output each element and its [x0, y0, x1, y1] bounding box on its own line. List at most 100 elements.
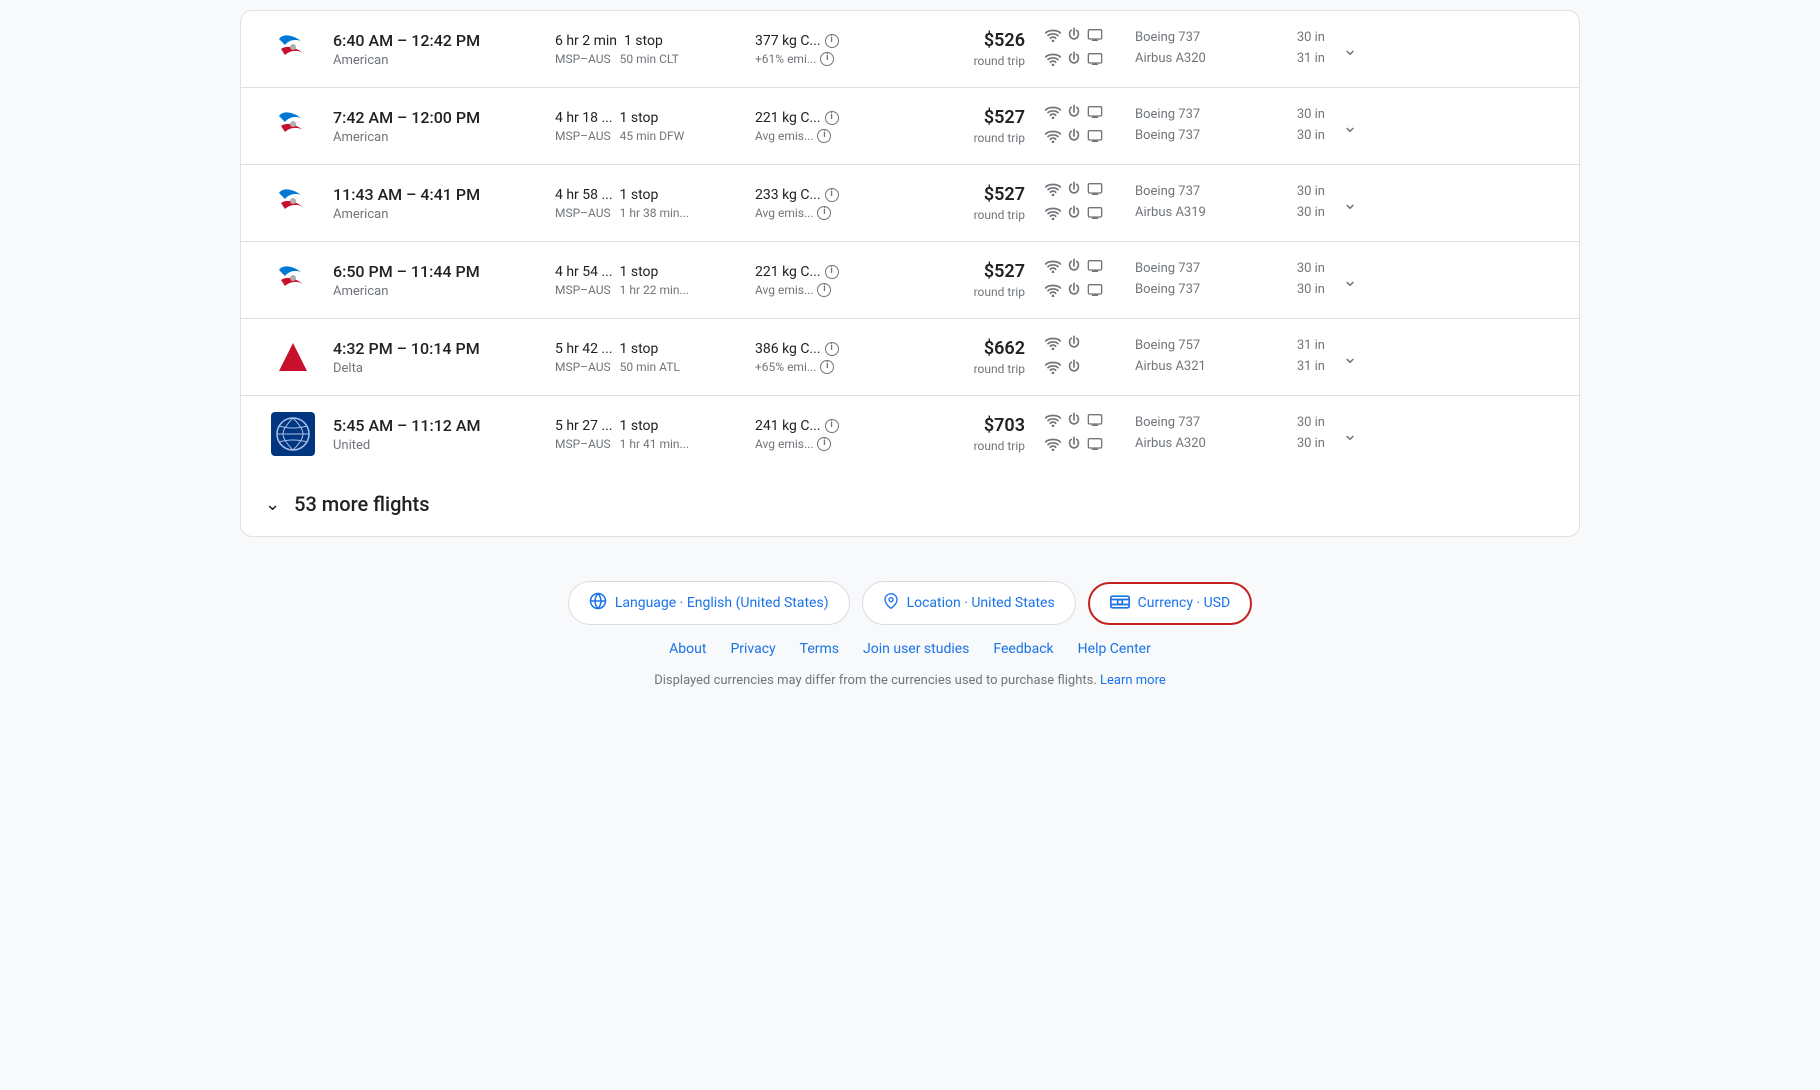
flight-row[interactable]: 7:42 AM – 12:00 PM American 4 hr 18 ... …: [241, 88, 1579, 165]
amenity-row-bottom: [1045, 282, 1125, 302]
flight-duration: 5 hr 42 ... 1 stop MSP–AUS 50 min ATL: [545, 341, 745, 374]
emissions-info-icon[interactable]: i: [825, 342, 839, 356]
amenity-row-top: [1045, 258, 1125, 278]
amenity-row-bottom: [1045, 128, 1125, 148]
airline-logo: [261, 335, 325, 379]
emissions-info-icon[interactable]: i: [825, 419, 839, 433]
emissions-label-info-icon[interactable]: i: [817, 283, 831, 297]
emissions-kg: 386 kg C... i: [755, 341, 905, 357]
duration-stops: 5 hr 27 ... 1 stop: [555, 418, 745, 434]
flight-row[interactable]: 6:50 PM – 11:44 PM American 4 hr 54 ... …: [241, 242, 1579, 319]
emissions-label-info-icon[interactable]: i: [817, 206, 831, 220]
emissions-kg: 221 kg C... i: [755, 264, 905, 280]
help-center-link[interactable]: Help Center: [1078, 641, 1151, 657]
airline-name: American: [333, 130, 545, 145]
route-detail: MSP–AUS 50 min CLT: [555, 52, 745, 66]
location-button[interactable]: Location · United States: [862, 581, 1076, 625]
flight-times: 6:50 PM – 11:44 PM American: [325, 262, 545, 299]
flight-row[interactable]: 4:32 PM – 10:14 PM Delta 5 hr 42 ... 1 s…: [241, 319, 1579, 396]
flight-price: $527 round trip: [905, 184, 1025, 222]
amenity-row-bottom: [1045, 359, 1125, 379]
legroom-bottom: 31 in: [1275, 49, 1325, 70]
price-value: $526: [915, 30, 1025, 51]
emissions-info-icon[interactable]: i: [825, 265, 839, 279]
expand-button[interactable]: ⌄: [1325, 193, 1365, 214]
language-button[interactable]: Language · English (United States): [568, 581, 850, 625]
emissions-info-icon[interactable]: i: [825, 34, 839, 48]
currency-button[interactable]: Currency · USD: [1088, 582, 1252, 625]
learn-more-link[interactable]: Learn more: [1100, 673, 1166, 688]
wifi-icon-top: [1045, 413, 1061, 431]
duration-stops: 4 hr 18 ... 1 stop: [555, 110, 745, 126]
emissions-label: Avg emis... i: [755, 129, 905, 143]
expand-button[interactable]: ⌄: [1325, 424, 1365, 445]
duration-stops: 4 hr 58 ... 1 stop: [555, 187, 745, 203]
legroom-top: 30 in: [1275, 259, 1325, 280]
flight-amenities: [1025, 258, 1125, 302]
power-icon-top: [1067, 27, 1081, 47]
flight-aircraft: Boeing 737 Boeing 737: [1125, 105, 1265, 147]
aircraft-top: Boeing 737: [1135, 259, 1265, 280]
flight-duration: 6 hr 2 min 1 stop MSP–AUS 50 min CLT: [545, 33, 745, 66]
main-container: 6:40 AM – 12:42 PM American 6 hr 2 min 1…: [240, 0, 1580, 561]
flight-aircraft: Boeing 737 Airbus A319: [1125, 182, 1265, 224]
flight-legroom: 30 in 31 in: [1265, 28, 1325, 70]
flight-aircraft: Boeing 737 Airbus A320: [1125, 413, 1265, 455]
flight-price: $703 round trip: [905, 415, 1025, 453]
airline-name: Delta: [333, 361, 545, 376]
screen-icon-top: [1087, 413, 1103, 431]
join-user-studies-link[interactable]: Join user studies: [863, 641, 969, 657]
flight-price: $526 round trip: [905, 30, 1025, 68]
trip-type: round trip: [915, 54, 1025, 68]
privacy-link[interactable]: Privacy: [730, 641, 775, 657]
terms-link[interactable]: Terms: [800, 641, 839, 657]
trip-type: round trip: [915, 439, 1025, 453]
screen-icon-bottom: [1087, 52, 1103, 70]
currency-label: Currency · USD: [1138, 595, 1230, 611]
price-value: $527: [915, 107, 1025, 128]
flight-row[interactable]: 5:45 AM – 11:12 AM United 5 hr 27 ... 1 …: [241, 396, 1579, 472]
expand-button[interactable]: ⌄: [1325, 116, 1365, 137]
wifi-icon-bottom: [1045, 437, 1061, 455]
price-value: $527: [915, 184, 1025, 205]
power-icon-bottom: [1067, 128, 1081, 148]
flight-emissions: 386 kg C... i +65% emi... i: [745, 341, 905, 374]
wifi-icon-top: [1045, 259, 1061, 277]
airline-logo: [261, 27, 325, 71]
emissions-label-info-icon[interactable]: i: [817, 129, 831, 143]
expand-button[interactable]: ⌄: [1325, 270, 1365, 291]
emissions-label-info-icon[interactable]: i: [820, 52, 834, 66]
footer-links: About Privacy Terms Join user studies Fe…: [669, 641, 1151, 657]
more-flights-row[interactable]: ⌄ 53 more flights: [241, 472, 1579, 536]
feedback-link[interactable]: Feedback: [993, 641, 1053, 657]
amenity-row-top: [1045, 181, 1125, 201]
expand-button[interactable]: ⌄: [1325, 39, 1365, 60]
flight-times: 11:43 AM – 4:41 PM American: [325, 185, 545, 222]
emissions-kg: 241 kg C... i: [755, 418, 905, 434]
amenity-row-bottom: [1045, 51, 1125, 71]
location-label: Location · United States: [907, 595, 1055, 611]
flight-row[interactable]: 11:43 AM – 4:41 PM American 4 hr 58 ... …: [241, 165, 1579, 242]
flight-amenities: [1025, 181, 1125, 225]
power-icon-top: [1067, 335, 1081, 355]
flight-duration: 4 hr 58 ... 1 stop MSP–AUS 1 hr 38 min..…: [545, 187, 745, 220]
route-detail: MSP–AUS 45 min DFW: [555, 129, 745, 143]
about-link[interactable]: About: [669, 641, 706, 657]
aircraft-top: Boeing 737: [1135, 28, 1265, 49]
emissions-info-icon[interactable]: i: [825, 111, 839, 125]
emissions-label-info-icon[interactable]: i: [817, 437, 831, 451]
wifi-icon-bottom: [1045, 360, 1061, 378]
flight-aircraft: Boeing 757 Airbus A321: [1125, 336, 1265, 378]
amenity-row-top: [1045, 412, 1125, 432]
wifi-icon-top: [1045, 336, 1061, 354]
expand-button[interactable]: ⌄: [1325, 347, 1365, 368]
emissions-label: Avg emis... i: [755, 206, 905, 220]
legroom-bottom: 30 in: [1275, 434, 1325, 455]
wifi-icon-top: [1045, 28, 1061, 46]
emissions-label-info-icon[interactable]: i: [820, 360, 834, 374]
flight-row[interactable]: 6:40 AM – 12:42 PM American 6 hr 2 min 1…: [241, 11, 1579, 88]
flight-legroom: 31 in 31 in: [1265, 336, 1325, 378]
price-value: $703: [915, 415, 1025, 436]
emissions-info-icon[interactable]: i: [825, 188, 839, 202]
route-detail: MSP–AUS 50 min ATL: [555, 360, 745, 374]
